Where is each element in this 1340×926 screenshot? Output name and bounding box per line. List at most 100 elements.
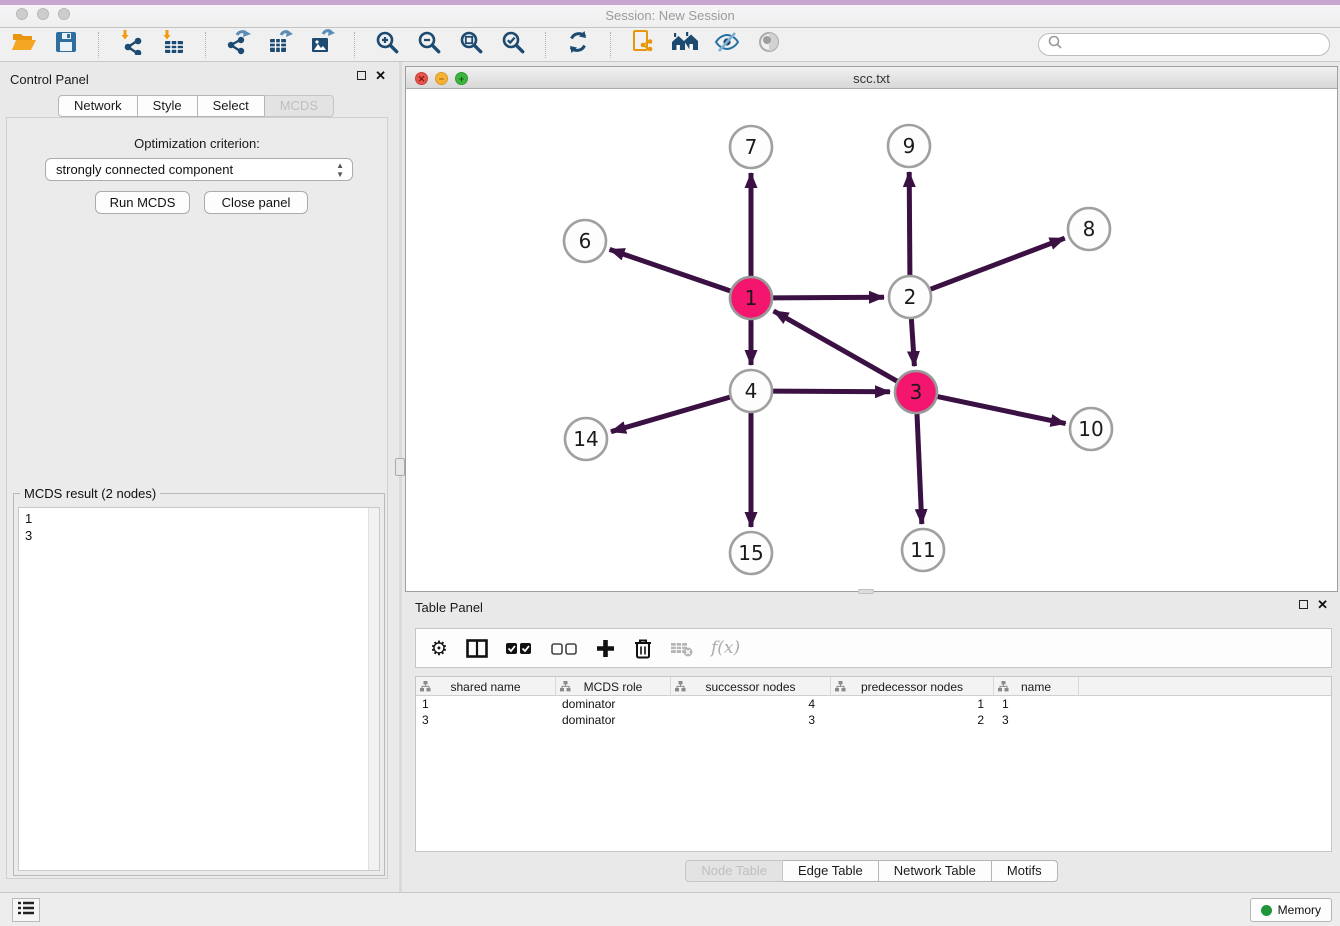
clone-network-button[interactable] (629, 31, 657, 59)
column-header-shared-name[interactable]: shared name (416, 677, 556, 696)
close-table-panel-icon[interactable]: ✕ (1317, 600, 1328, 609)
graph-edge-4-3[interactable] (773, 391, 890, 392)
graph-node-14[interactable]: 14 (565, 418, 607, 460)
main-toolbar (0, 28, 1340, 62)
export-network-icon (225, 29, 251, 60)
vertical-splitter[interactable] (399, 62, 402, 892)
graph-node-15[interactable]: 15 (730, 532, 772, 574)
tab-mcds[interactable]: MCDS (265, 95, 334, 117)
svg-text:9: 9 (903, 134, 916, 158)
float-panel-icon[interactable] (357, 71, 366, 80)
control-panel-title: Control Panel (10, 72, 89, 87)
graph-edge-3-11[interactable] (917, 414, 922, 524)
graph-edge-1-6[interactable] (610, 249, 731, 291)
open-session-button[interactable] (10, 31, 38, 59)
table-row[interactable]: 1dominator411 (416, 696, 1331, 712)
table-cell[interactable]: 3 (671, 712, 831, 728)
table-cell[interactable]: dominator (556, 712, 671, 728)
import-table-button[interactable] (159, 31, 187, 59)
table-settings-icon[interactable]: ⚙ (430, 636, 448, 661)
table-cell[interactable]: 3 (994, 712, 1079, 728)
function-builder-icon[interactable]: f(x) (711, 638, 740, 658)
split-view-icon[interactable] (466, 639, 488, 658)
network-window-titlebar[interactable]: ✕ − + scc.txt (406, 67, 1337, 89)
graph-edge-1-2[interactable] (773, 297, 884, 298)
home-button[interactable] (671, 31, 699, 59)
mcds-result-textarea[interactable]: 13 (18, 507, 380, 871)
table-cell[interactable]: dominator (556, 696, 671, 712)
tab-network-table[interactable]: Network Table (879, 860, 992, 882)
graph-node-2[interactable]: 2 (889, 276, 931, 318)
graph-node-4[interactable]: 4 (730, 370, 772, 412)
table-cell[interactable]: 1 (831, 696, 994, 712)
import-network-icon (118, 29, 144, 60)
memory-button[interactable]: Memory (1250, 898, 1332, 922)
graph-edge-4-14[interactable] (611, 397, 730, 432)
search-input[interactable] (1063, 38, 1321, 52)
graph-node-9[interactable]: 9 (888, 125, 930, 167)
network-graph-canvas[interactable]: 7 9 6 8 1 2 4 3 14 10 15 11 (406, 89, 1337, 591)
save-icon (53, 29, 79, 60)
refresh-view-button[interactable] (564, 31, 592, 59)
show-all-button[interactable] (755, 31, 783, 59)
column-tree-icon (675, 681, 686, 695)
hide-selected-button[interactable] (713, 31, 741, 59)
graph-node-10[interactable]: 10 (1070, 408, 1112, 450)
graph-edge-2-9[interactable] (909, 172, 910, 275)
tab-node-table[interactable]: Node Table (685, 860, 783, 882)
svg-text:2: 2 (904, 285, 917, 309)
svg-text:7: 7 (745, 135, 758, 159)
delete-table-icon[interactable] (671, 639, 693, 657)
graph-node-1[interactable]: 1 (730, 277, 772, 319)
tab-motifs[interactable]: Motifs (992, 860, 1058, 882)
graph-edge-3-1[interactable] (774, 311, 897, 381)
search-box[interactable] (1038, 33, 1330, 56)
deselect-all-icon[interactable] (551, 640, 578, 657)
result-scrollbar[interactable] (368, 508, 379, 870)
criterion-value: strongly connected component (56, 162, 233, 177)
svg-text:1: 1 (745, 286, 758, 310)
close-panel-icon[interactable]: ✕ (375, 71, 386, 80)
zoom-in-button[interactable] (373, 31, 401, 59)
add-column-icon[interactable] (596, 639, 615, 658)
column-header-name[interactable]: name (994, 677, 1079, 696)
column-header-successor-nodes[interactable]: successor nodes (671, 677, 831, 696)
zoom-selected-button[interactable] (499, 31, 527, 59)
graph-node-11[interactable]: 11 (902, 529, 944, 571)
table-cell[interactable]: 1 (416, 696, 556, 712)
column-tree-icon (998, 681, 1009, 695)
table-cell[interactable]: 2 (831, 712, 994, 728)
tab-select[interactable]: Select (198, 95, 265, 117)
graph-edge-3-10[interactable] (938, 397, 1066, 424)
tab-style[interactable]: Style (138, 95, 198, 117)
table-row[interactable]: 3dominator323 (416, 712, 1331, 728)
select-all-icon[interactable] (506, 640, 533, 657)
graph-edge-2-3[interactable] (911, 319, 914, 366)
graph-node-3[interactable]: 3 (895, 371, 937, 413)
graph-node-7[interactable]: 7 (730, 126, 772, 168)
criterion-dropdown[interactable]: strongly connected component ▲▼ (45, 158, 353, 181)
zoom-fit-button[interactable] (457, 31, 485, 59)
export-network-button[interactable] (224, 31, 252, 59)
graph-node-6[interactable]: 6 (564, 220, 606, 262)
table-cell[interactable]: 1 (994, 696, 1079, 712)
run-mcds-button[interactable]: Run MCDS (95, 191, 190, 214)
table-cell[interactable]: 4 (671, 696, 831, 712)
tab-network[interactable]: Network (58, 95, 138, 117)
panel-list-button[interactable] (12, 898, 40, 922)
delete-column-icon[interactable] (633, 638, 653, 659)
zoom-out-button[interactable] (415, 31, 443, 59)
float-table-panel-icon[interactable] (1299, 600, 1308, 609)
graph-edge-2-8[interactable] (931, 238, 1065, 289)
export-table-button[interactable] (266, 31, 294, 59)
column-header-mcds-role[interactable]: MCDS role (556, 677, 671, 696)
save-session-button[interactable] (52, 31, 80, 59)
table-cell[interactable]: 3 (416, 712, 556, 728)
close-panel-button[interactable]: Close panel (204, 191, 308, 214)
column-header-predecessor-nodes[interactable]: predecessor nodes (831, 677, 994, 696)
tab-edge-table[interactable]: Edge Table (783, 860, 879, 882)
vertical-splitter-handle[interactable] (395, 458, 405, 476)
import-network-button[interactable] (117, 31, 145, 59)
graph-node-8[interactable]: 8 (1068, 208, 1110, 250)
export-image-button[interactable] (308, 31, 336, 59)
